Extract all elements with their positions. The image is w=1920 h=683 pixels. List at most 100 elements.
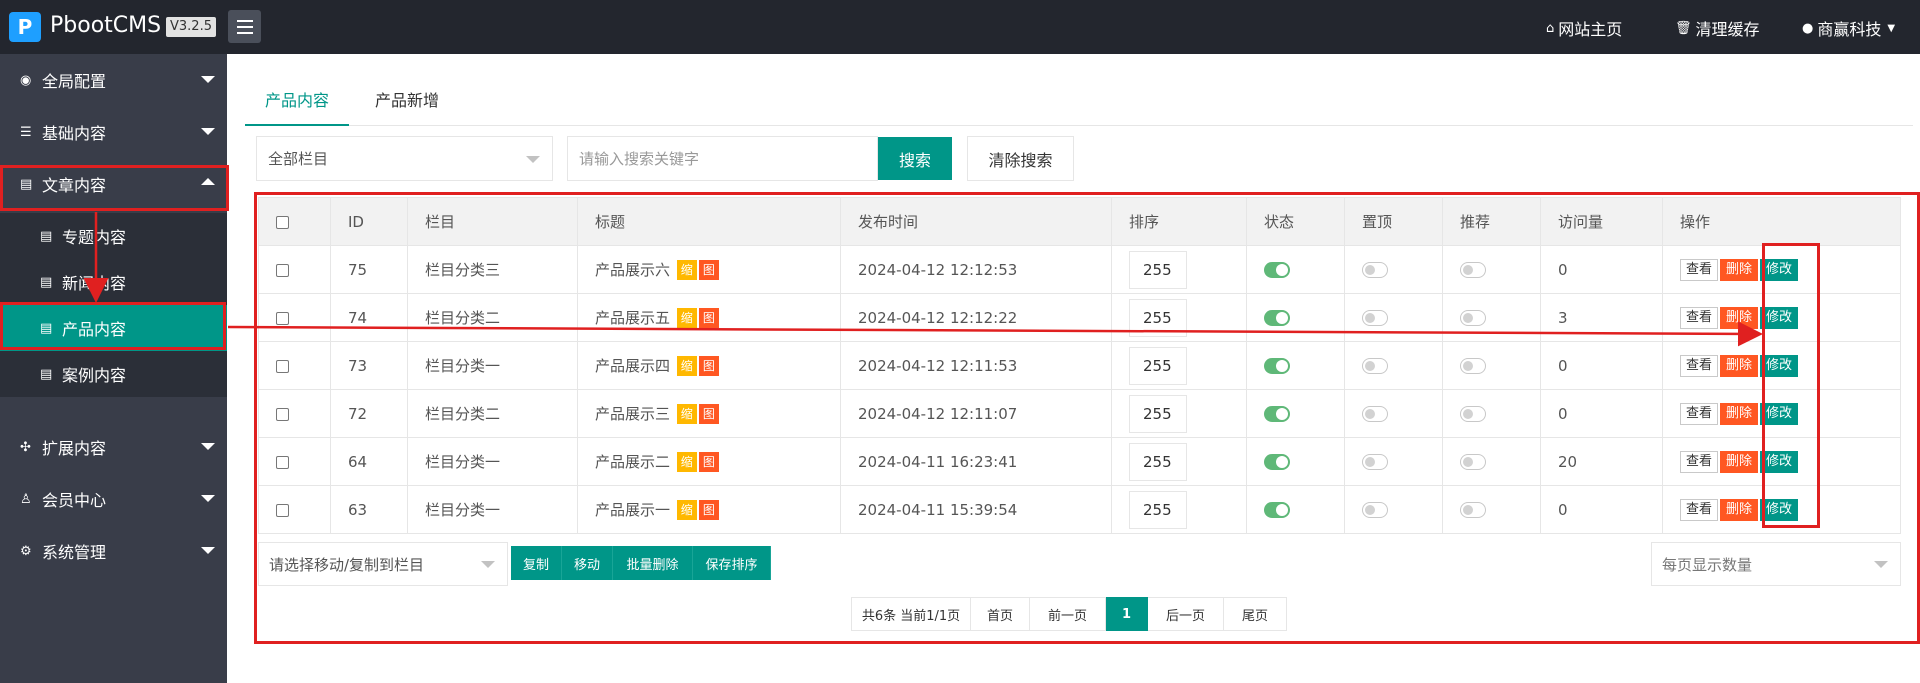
copy-button[interactable]: 复制 (511, 546, 562, 580)
recommend-toggle[interactable] (1460, 502, 1486, 518)
sort-cell: 255 (1111, 341, 1247, 390)
edit-button[interactable]: 修改 (1760, 258, 1799, 281)
next-page-button[interactable]: 后一页 (1148, 597, 1224, 631)
delete-button[interactable]: 删除 (1720, 258, 1759, 281)
row-checkbox[interactable] (276, 359, 289, 373)
sliders-icon: ☰ (20, 124, 32, 140)
search-button[interactable]: 搜索 (878, 137, 952, 180)
delete-button[interactable]: 删除 (1720, 354, 1759, 377)
sort-input[interactable]: 255 (1129, 250, 1187, 289)
status-toggle[interactable] (1264, 358, 1290, 374)
row-checkbox[interactable] (276, 455, 289, 469)
table-row: 73 栏目分类一 产品展示四 缩图 2024-04-12 12:11:53 255 0 查看… (258, 341, 1901, 390)
column-header: 操作 (1662, 197, 1901, 246)
delete-button[interactable]: 删除 (1720, 498, 1759, 521)
edit-button[interactable]: 修改 (1760, 306, 1799, 329)
row-select-cell (258, 437, 331, 486)
user-menu[interactable]: ● 商赢科技 ▼ (1802, 16, 1895, 40)
visits-cell: 0 (1540, 245, 1663, 294)
view-button[interactable]: 查看 (1680, 306, 1719, 329)
row-checkbox[interactable] (276, 407, 289, 421)
home-link[interactable]: ⌂ 网站主页 (1546, 16, 1622, 40)
top-toggle[interactable] (1362, 502, 1388, 518)
status-toggle[interactable] (1264, 502, 1290, 518)
menu-toggle-button[interactable] (228, 10, 261, 43)
current-page-button[interactable]: 1 (1106, 597, 1148, 631)
status-toggle[interactable] (1264, 310, 1290, 326)
first-page-button[interactable]: 首页 (971, 597, 1030, 631)
chevron-down-icon (201, 443, 215, 450)
sidebar-subitem-news[interactable]: ▤ 新闻内容 (0, 259, 227, 305)
view-button[interactable]: 查看 (1680, 258, 1719, 281)
view-button[interactable]: 查看 (1680, 354, 1719, 377)
view-button[interactable]: 查看 (1680, 402, 1719, 425)
column-header: ID (330, 197, 408, 246)
edit-button[interactable]: 修改 (1760, 402, 1799, 425)
home-icon: ⌂ (1546, 20, 1555, 36)
table-row: 63 栏目分类一 产品展示一 缩图 2024-04-11 15:39:54 255 0 查看… (258, 485, 1901, 534)
row-select-cell (258, 485, 331, 534)
clear-cache-link[interactable]: 🗑 清理缓存 (1675, 16, 1760, 40)
sidebar-item-article-content[interactable]: ▤ 文章内容 (0, 158, 227, 210)
delete-button[interactable]: 删除 (1720, 402, 1759, 425)
move-copy-category-select[interactable]: 请选择移动/复制到栏目 (258, 542, 508, 586)
top-header: P PbootCMS V3.2.5 ⌂ 网站主页 🗑 清理缓存 ● 商赢科技 ▼ (0, 0, 1920, 54)
top-toggle[interactable] (1362, 358, 1388, 374)
sidebar-item-system-management[interactable]: ⚙ 系统管理 (0, 525, 227, 577)
publish-time-cell: 2024-04-11 15:39:54 (840, 485, 1112, 534)
per-page-select[interactable]: 每页显示数量 (1651, 542, 1901, 586)
prev-page-button[interactable]: 前一页 (1030, 597, 1106, 631)
select-all-checkbox[interactable] (276, 215, 289, 229)
sort-cell: 255 (1111, 293, 1247, 342)
recommend-toggle[interactable] (1460, 262, 1486, 278)
save-sort-button[interactable]: 保存排序 (693, 546, 771, 580)
clear-search-button[interactable]: 清除搜索 (967, 136, 1074, 181)
chevron-down-icon (481, 561, 495, 568)
top-toggle[interactable] (1362, 454, 1388, 470)
recommend-toggle[interactable] (1460, 454, 1486, 470)
delete-button[interactable]: 删除 (1720, 450, 1759, 473)
status-toggle[interactable] (1264, 406, 1290, 422)
sidebar-item-member-center[interactable]: ♙ 会员中心 (0, 473, 227, 525)
batch-delete-button[interactable]: 批量删除 (613, 546, 693, 580)
tab-product-content[interactable]: 产品内容 (245, 84, 350, 126)
recommend-toggle[interactable] (1460, 406, 1486, 422)
delete-button[interactable]: 删除 (1720, 306, 1759, 329)
row-checkbox[interactable] (276, 263, 289, 277)
sidebar-item-global-config[interactable]: ◉ 全局配置 (0, 54, 227, 106)
search-input[interactable]: 请输入搜索关键字 (567, 136, 878, 181)
edit-button[interactable]: 修改 (1760, 450, 1799, 473)
row-checkbox[interactable] (276, 503, 289, 517)
sidebar-item-basic-content[interactable]: ☰ 基础内容 (0, 106, 227, 158)
move-button[interactable]: 移动 (562, 546, 613, 580)
sort-input[interactable]: 255 (1129, 442, 1187, 481)
title-cell: 产品展示五 缩图 (577, 293, 841, 342)
top-cell (1344, 389, 1443, 438)
top-toggle[interactable] (1362, 262, 1388, 278)
view-button[interactable]: 查看 (1680, 450, 1719, 473)
row-checkbox[interactable] (276, 311, 289, 325)
edit-button[interactable]: 修改 (1760, 498, 1799, 521)
sidebar-item-extended-content[interactable]: ✣ 扩展内容 (0, 421, 227, 473)
sort-input[interactable]: 255 (1129, 394, 1187, 433)
sort-input[interactable]: 255 (1129, 298, 1187, 337)
sidebar-subitem-case[interactable]: ▤ 案例内容 (0, 351, 227, 397)
top-toggle[interactable] (1362, 310, 1388, 326)
category-select[interactable]: 全部栏目 (256, 136, 553, 181)
top-toggle[interactable] (1362, 406, 1388, 422)
sort-input[interactable]: 255 (1129, 490, 1187, 529)
last-page-button[interactable]: 尾页 (1224, 597, 1287, 631)
status-toggle[interactable] (1264, 262, 1290, 278)
title-cell: 产品展示一 缩图 (577, 485, 841, 534)
id-cell: 74 (330, 293, 408, 342)
edit-button[interactable]: 修改 (1760, 354, 1799, 377)
sort-input[interactable]: 255 (1129, 346, 1187, 385)
recommend-toggle[interactable] (1460, 358, 1486, 374)
recommend-toggle[interactable] (1460, 310, 1486, 326)
sidebar-subitem-topic[interactable]: ▤ 专题内容 (0, 213, 227, 259)
sidebar-subitem-product[interactable]: ▤ 产品内容 (0, 305, 227, 351)
tab-product-add[interactable]: 产品新增 (355, 84, 459, 126)
view-button[interactable]: 查看 (1680, 498, 1719, 521)
status-toggle[interactable] (1264, 454, 1290, 470)
title-text: 产品展示三 (595, 404, 671, 423)
